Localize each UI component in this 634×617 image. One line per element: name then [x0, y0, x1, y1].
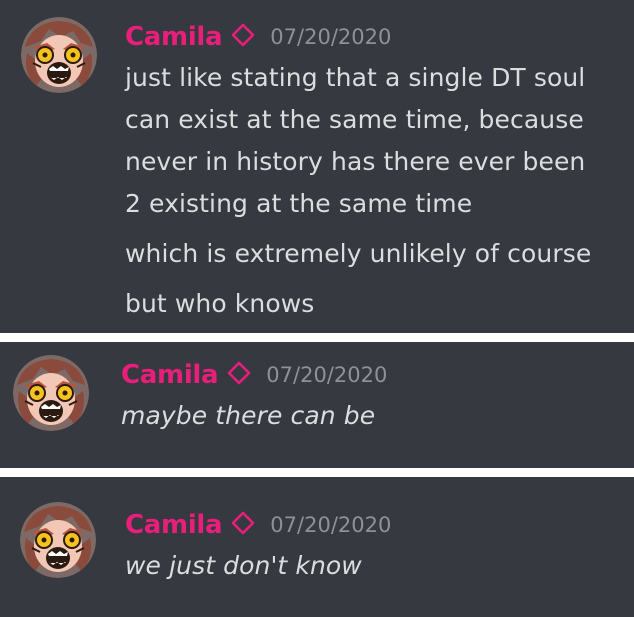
message-header: Camila 07/20/2020 — [125, 20, 391, 54]
timestamp: 07/20/2020 — [270, 25, 392, 49]
message-text-line: which is extremely unlikely of course — [125, 239, 592, 268]
avatar-image — [20, 502, 96, 578]
message-group-1: Camila 07/20/2020 just like stating that … — [0, 0, 634, 333]
username[interactable]: Camila — [121, 358, 219, 392]
message-text-line: but who knows — [125, 289, 315, 318]
diamond-outline-icon — [231, 511, 255, 535]
message-group-3: Camila 07/20/2020 we just don't know — [0, 477, 634, 617]
diamond-outline-icon — [227, 361, 251, 385]
avatar-image — [13, 355, 89, 431]
message-text-line: never in history has there ever been — [125, 147, 586, 176]
diamond-outline-icon — [231, 23, 255, 47]
message-text-line: 2 existing at the same time — [125, 189, 473, 218]
message-text-line: just like stating that a single DT soul — [125, 63, 586, 92]
message-text-line: maybe there can be — [121, 401, 376, 430]
message-group-2: Camila 07/20/2020 maybe there can be — [0, 342, 634, 468]
user-avatar[interactable] — [21, 17, 97, 93]
message-text-line: can exist at the same time, because — [125, 105, 584, 134]
message-header: Camila 07/20/2020 — [121, 358, 387, 392]
message-text-line: we just don't know — [125, 551, 362, 580]
avatar-image — [21, 17, 97, 93]
user-avatar[interactable] — [20, 502, 96, 578]
user-avatar[interactable] — [13, 355, 89, 431]
message-header: Camila 07/20/2020 — [125, 508, 391, 542]
timestamp: 07/20/2020 — [270, 513, 392, 537]
timestamp: 07/20/2020 — [266, 363, 388, 387]
username[interactable]: Camila — [125, 508, 223, 542]
username[interactable]: Camila — [125, 20, 223, 54]
